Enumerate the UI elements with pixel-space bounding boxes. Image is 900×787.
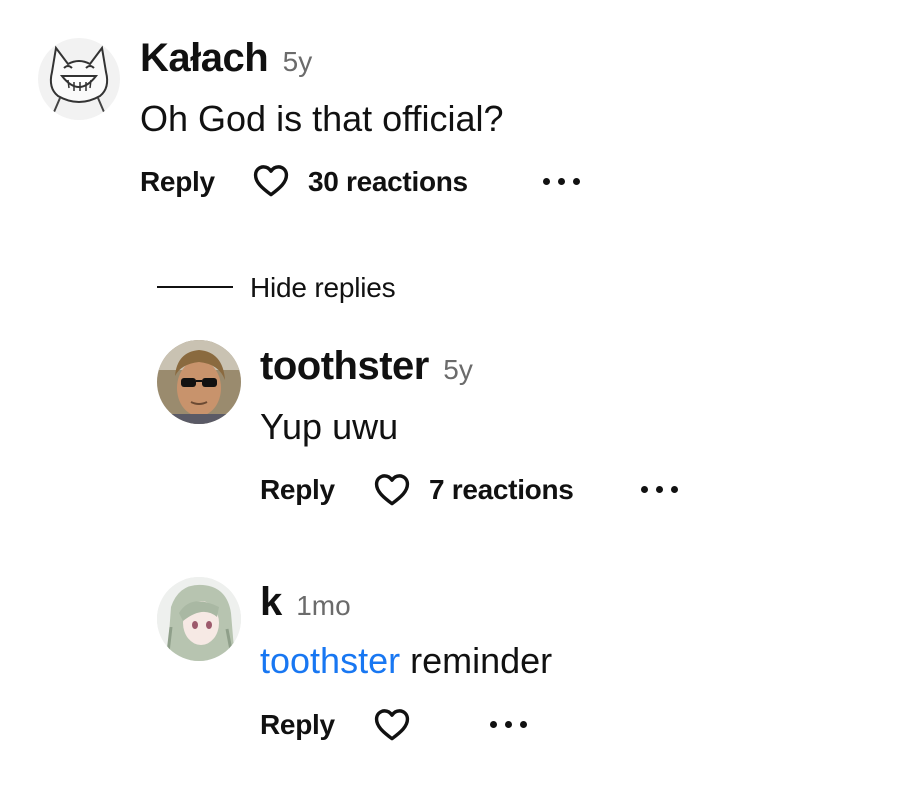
person-sunglasses-avatar-icon (157, 340, 241, 424)
comment-header: toothster 5y (260, 344, 473, 389)
reply-button[interactable]: Reply (140, 166, 215, 198)
comment-text: Oh God is that official? (140, 98, 504, 139)
avatar-kalach[interactable] (38, 38, 120, 120)
heart-icon[interactable] (373, 707, 411, 741)
anime-character-avatar-icon (157, 577, 241, 661)
more-options-icon[interactable] (543, 178, 583, 188)
comment-age: 5y (282, 46, 313, 77)
author-name[interactable]: Kałach (140, 36, 269, 80)
hide-replies-button[interactable]: Hide replies (250, 272, 396, 304)
comment-header: k 1mo (260, 580, 351, 625)
more-options-icon[interactable] (641, 486, 681, 496)
cartoon-grin-avatar-icon (49, 45, 109, 113)
hide-replies-divider (157, 286, 233, 288)
more-options-icon[interactable] (490, 721, 530, 731)
comment-age: 1mo (296, 590, 351, 621)
comment-age: 5y (443, 354, 473, 385)
reply-button[interactable]: Reply (260, 709, 335, 741)
comment-text: Yup uwu (260, 406, 399, 447)
user-mention-link[interactable]: toothster (260, 640, 400, 681)
avatar-k[interactable] (157, 577, 241, 661)
reactions-count[interactable]: 30 reactions (308, 166, 468, 198)
heart-icon[interactable] (373, 472, 411, 506)
author-name[interactable]: k (260, 580, 282, 624)
comment-text: toothster reminder (260, 640, 552, 682)
avatar-toothster[interactable] (157, 340, 241, 424)
author-name[interactable]: toothster (260, 344, 429, 388)
comment-header: Kałach 5y (140, 36, 312, 81)
comment-text-rest: reminder (400, 640, 553, 681)
reply-button[interactable]: Reply (260, 474, 335, 506)
reactions-count[interactable]: 7 reactions (429, 474, 574, 506)
heart-icon[interactable] (252, 163, 290, 197)
